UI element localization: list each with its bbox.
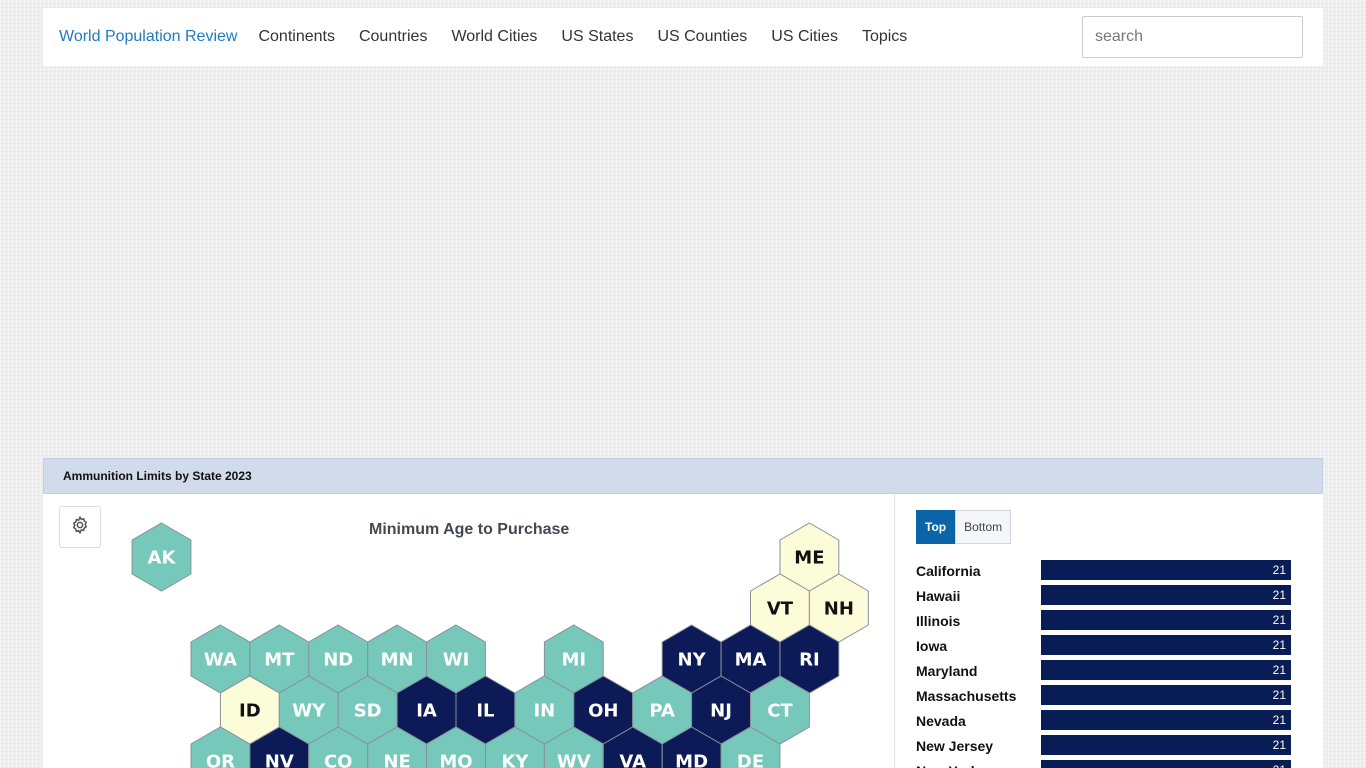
ranking-bar: 21 bbox=[1041, 585, 1291, 605]
state-label-mi: MI bbox=[561, 650, 586, 671]
ranking-bar-fill bbox=[1041, 660, 1291, 680]
top-bottom-toggle: Top Bottom bbox=[916, 510, 1012, 544]
nav-link-topics[interactable]: Topics bbox=[862, 28, 907, 46]
ranking-bar-fill bbox=[1041, 710, 1291, 730]
state-label-ak: AK bbox=[148, 548, 177, 569]
state-label-in: IN bbox=[533, 701, 555, 722]
nav-link-continents[interactable]: Continents bbox=[258, 28, 335, 46]
ranking-row: Maryland 21 bbox=[916, 660, 1291, 680]
ranking-value: 21 bbox=[1272, 588, 1286, 602]
state-label-il: IL bbox=[476, 701, 494, 722]
ranking-bar-fill bbox=[1041, 760, 1291, 768]
state-label-nj: NJ bbox=[710, 701, 732, 722]
ranking-row: Illinois 21 bbox=[916, 610, 1291, 630]
state-label-ia: IA bbox=[416, 701, 437, 722]
state-label-id: ID bbox=[239, 701, 261, 722]
search-input[interactable] bbox=[1082, 16, 1303, 58]
nav-link-us-states[interactable]: US States bbox=[561, 28, 633, 46]
nav-link-world-cities[interactable]: World Cities bbox=[451, 28, 537, 46]
state-label-nh: NH bbox=[824, 599, 854, 620]
state-label-mn: MN bbox=[381, 650, 414, 671]
ranking-state-name: New York bbox=[916, 763, 979, 768]
ranking-bar: 21 bbox=[1041, 760, 1291, 768]
nav-link-us-counties[interactable]: US Counties bbox=[657, 28, 747, 46]
top-toggle-button[interactable]: Top bbox=[916, 510, 956, 544]
state-label-ky: KY bbox=[501, 752, 529, 768]
ranking-state-name: Iowa bbox=[916, 638, 948, 654]
state-label-ct: CT bbox=[767, 701, 793, 722]
ranking-value: 21 bbox=[1272, 688, 1286, 702]
hex-map-area: AK ME VT NH WA MT ND MN WI MI NY MA RI ID WY SD IA IL IN OH… bbox=[43, 494, 895, 768]
state-label-wv: WV bbox=[557, 752, 591, 768]
ranking-value: 21 bbox=[1272, 713, 1286, 727]
settings-button[interactable] bbox=[59, 506, 101, 548]
state-label-ny: NY bbox=[678, 650, 707, 671]
state-label-wy: WY bbox=[292, 701, 326, 722]
state-label-wa: WA bbox=[204, 650, 237, 671]
state-label-pa: PA bbox=[649, 701, 675, 722]
ranking-state-name: New Jersey bbox=[916, 738, 994, 754]
ranking-area: Top Bottom California 21 Hawaii 21 Illinois 2… bbox=[896, 494, 1323, 768]
top-navbar: World Population Review Continents Count… bbox=[43, 8, 1323, 66]
ranking-value: 21 bbox=[1272, 663, 1286, 677]
ranking-row: California 21 bbox=[916, 560, 1291, 580]
ranking-bar: 21 bbox=[1041, 560, 1291, 580]
ranking-bar-fill bbox=[1041, 585, 1291, 605]
ranking-value: 21 bbox=[1273, 763, 1286, 768]
ranking-bar-fill bbox=[1041, 610, 1291, 630]
state-label-sd: SD bbox=[354, 701, 382, 722]
ranking-value: 21 bbox=[1272, 613, 1286, 627]
ranking-state-name: California bbox=[916, 563, 981, 579]
ranking-row: Hawaii 21 bbox=[916, 585, 1291, 605]
ranking-row: New Jersey 21 bbox=[916, 735, 1291, 755]
state-label-ne: NE bbox=[383, 752, 410, 768]
ranking-state-name: Massachusetts bbox=[916, 688, 1017, 704]
state-label-vt: VT bbox=[767, 599, 794, 620]
state-label-va: VA bbox=[619, 752, 646, 768]
bottom-toggle-button[interactable]: Bottom bbox=[955, 510, 1012, 544]
ranking-bar: 21 bbox=[1041, 635, 1291, 655]
ranking-row: New York 21 bbox=[916, 760, 1291, 768]
nav-link-us-cities[interactable]: US Cities bbox=[771, 28, 838, 46]
state-label-nv: NV bbox=[265, 752, 294, 768]
state-label-wi: WI bbox=[443, 650, 470, 671]
state-label-mt: MT bbox=[264, 650, 295, 671]
gear-icon bbox=[70, 515, 90, 540]
state-label-md: MD bbox=[675, 752, 708, 768]
ranking-value: 21 bbox=[1272, 563, 1286, 577]
ranking-bar: 21 bbox=[1041, 610, 1291, 630]
state-label-oh: OH bbox=[588, 701, 618, 722]
ranking-state-name: Maryland bbox=[916, 663, 978, 679]
state-label-mo: MO bbox=[439, 752, 472, 768]
ammunition-panel: Ammunition Limits by State 2023 AK ME VT NH… bbox=[43, 458, 1323, 768]
ranking-row: Iowa 21 bbox=[916, 635, 1291, 655]
state-label-nd: ND bbox=[323, 650, 353, 671]
ranking-row: Massachusetts 21 bbox=[916, 685, 1291, 705]
ranking-state-name: Hawaii bbox=[916, 588, 961, 604]
ranking-state-name: Nevada bbox=[916, 713, 966, 729]
nav-link-countries[interactable]: Countries bbox=[359, 28, 427, 46]
brand-link[interactable]: World Population Review bbox=[59, 28, 237, 46]
state-label-or: OR bbox=[206, 752, 235, 768]
state-label-ri: RI bbox=[799, 650, 820, 671]
ranking-bar: 21 bbox=[1041, 735, 1291, 755]
ranking-bar: 21 bbox=[1041, 660, 1291, 680]
state-label-de: DE bbox=[737, 752, 764, 768]
ranking-bar: 21 bbox=[1041, 685, 1291, 705]
ranking-bar-fill bbox=[1041, 735, 1291, 755]
panel-title: Ammunition Limits by State 2023 bbox=[43, 458, 1323, 494]
ranking-row: Nevada 21 bbox=[916, 710, 1291, 730]
ranking-bar-fill bbox=[1041, 685, 1291, 705]
ranking-bar-fill bbox=[1041, 635, 1291, 655]
state-label-me: ME bbox=[794, 548, 824, 569]
ranking-bar-fill bbox=[1041, 560, 1291, 580]
ranking-value: 21 bbox=[1272, 738, 1286, 752]
map-title: Minimum Age to Purchase bbox=[369, 521, 570, 538]
ranking-bar: 21 bbox=[1041, 710, 1291, 730]
ranking-value: 21 bbox=[1272, 638, 1286, 652]
state-label-co: CO bbox=[324, 752, 353, 768]
state-label-ma: MA bbox=[735, 650, 767, 671]
ranking-state-name: Illinois bbox=[916, 613, 961, 629]
